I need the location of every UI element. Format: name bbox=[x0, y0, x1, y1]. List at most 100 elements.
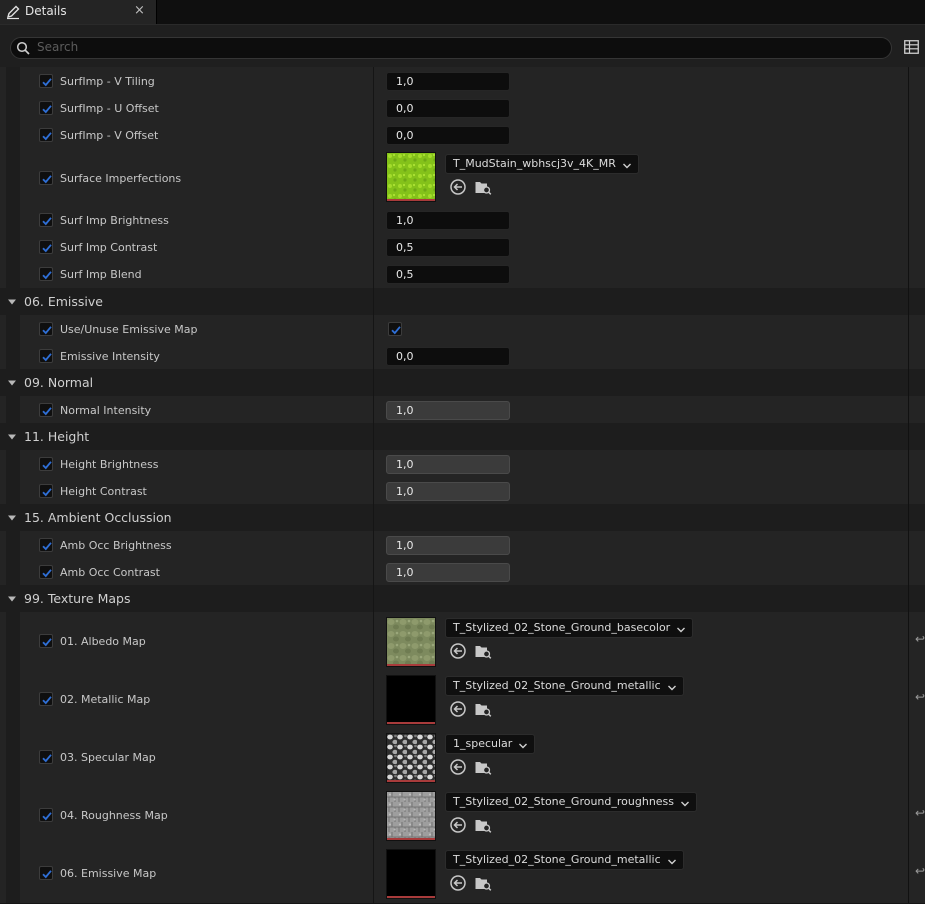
asset-picker-dropdown[interactable]: T_Stylized_02_Stone_Ground_basecolor bbox=[445, 618, 694, 638]
row-indent bbox=[6, 94, 20, 121]
property-row: Height Brightness 1,0 bbox=[0, 450, 925, 478]
search-row bbox=[0, 25, 925, 67]
override-checkbox[interactable] bbox=[39, 403, 53, 417]
asset-picker-dropdown[interactable]: T_Stylized_02_Stone_Ground_roughness bbox=[445, 792, 698, 812]
row-indent bbox=[6, 315, 20, 342]
use-selected-asset-icon[interactable] bbox=[449, 178, 467, 196]
property-label: 03. Specular Map bbox=[60, 751, 156, 764]
row-indent bbox=[6, 531, 20, 558]
override-checkbox[interactable] bbox=[39, 101, 53, 115]
view-options-icon[interactable] bbox=[904, 40, 919, 54]
use-selected-asset-icon[interactable] bbox=[449, 758, 467, 776]
override-checkbox[interactable] bbox=[39, 750, 53, 764]
override-checkbox[interactable] bbox=[39, 213, 53, 227]
override-checkbox[interactable] bbox=[39, 240, 53, 254]
property-row: Surf Imp Blend 0,5 bbox=[0, 260, 925, 289]
section-header-normal[interactable]: 09. Normal bbox=[0, 369, 925, 397]
texture-row: 03. Specular Map 1_specular bbox=[0, 728, 925, 787]
collapse-arrow-icon[interactable] bbox=[7, 378, 17, 388]
collapse-arrow-icon[interactable] bbox=[7, 513, 17, 523]
override-checkbox[interactable] bbox=[39, 349, 53, 363]
column-divider bbox=[908, 728, 909, 786]
value-checkbox[interactable] bbox=[388, 322, 402, 336]
use-selected-asset-icon[interactable] bbox=[449, 642, 467, 660]
texture-thumbnail[interactable] bbox=[386, 617, 436, 667]
texture-thumbnail[interactable] bbox=[386, 791, 436, 841]
close-tab-button[interactable]: × bbox=[134, 3, 145, 18]
value-field[interactable]: 0,5 bbox=[386, 265, 510, 284]
override-checkbox[interactable] bbox=[39, 484, 53, 498]
reset-to-default-icon[interactable]: ↩ bbox=[915, 690, 925, 704]
section-header-texture-maps[interactable]: 99. Texture Maps bbox=[0, 585, 925, 613]
browse-to-asset-icon[interactable] bbox=[474, 178, 492, 196]
override-checkbox[interactable] bbox=[39, 457, 53, 471]
property-label: 02. Metallic Map bbox=[60, 693, 151, 706]
search-box[interactable] bbox=[10, 37, 892, 59]
override-checkbox[interactable] bbox=[39, 692, 53, 706]
value-slider[interactable]: 1,0 bbox=[386, 401, 510, 420]
section-header-ambient-occlusion[interactable]: 15. Ambient Occlussion bbox=[0, 504, 925, 532]
column-divider bbox=[373, 342, 374, 369]
column-divider bbox=[373, 450, 374, 477]
value-field[interactable]: 1,0 bbox=[386, 211, 510, 230]
override-checkbox[interactable] bbox=[39, 267, 53, 281]
use-selected-asset-icon[interactable] bbox=[449, 816, 467, 834]
row-indent bbox=[6, 148, 20, 206]
column-divider bbox=[373, 585, 374, 612]
browse-to-asset-icon[interactable] bbox=[474, 816, 492, 834]
override-checkbox[interactable] bbox=[39, 74, 53, 88]
collapse-arrow-icon[interactable] bbox=[7, 297, 17, 307]
asset-picker-dropdown[interactable]: T_Stylized_02_Stone_Ground_metallic bbox=[445, 676, 684, 696]
value-field[interactable]: 0,5 bbox=[386, 238, 510, 257]
override-checkbox[interactable] bbox=[39, 808, 53, 822]
browse-to-asset-icon[interactable] bbox=[474, 758, 492, 776]
chevron-down-icon bbox=[622, 159, 632, 169]
use-selected-asset-icon[interactable] bbox=[449, 700, 467, 718]
override-checkbox[interactable] bbox=[39, 866, 53, 880]
override-checkbox[interactable] bbox=[39, 171, 53, 185]
value-field[interactable]: 0,0 bbox=[386, 347, 510, 366]
reset-to-default-icon[interactable]: ↩ bbox=[915, 806, 925, 820]
override-checkbox[interactable] bbox=[39, 128, 53, 142]
browse-to-asset-icon[interactable] bbox=[474, 700, 492, 718]
override-checkbox[interactable] bbox=[39, 634, 53, 648]
collapse-arrow-icon[interactable] bbox=[7, 594, 17, 604]
asset-picker-dropdown[interactable]: T_MudStain_wbhscj3v_4K_MR bbox=[445, 154, 639, 174]
texture-thumbnail[interactable] bbox=[386, 152, 436, 202]
reset-to-default-icon[interactable]: ↩ bbox=[915, 864, 925, 878]
value-slider[interactable]: 1,0 bbox=[386, 563, 510, 582]
section-title: 11. Height bbox=[24, 429, 90, 444]
row-indent bbox=[6, 233, 20, 260]
value-slider[interactable]: 1,0 bbox=[386, 536, 510, 555]
section-header-height[interactable]: 11. Height bbox=[0, 423, 925, 451]
property-row: SurfImp - V Offset 0,0 bbox=[0, 121, 925, 149]
value-field[interactable]: 1,0 bbox=[386, 72, 510, 91]
value-slider[interactable]: 1,0 bbox=[386, 482, 510, 501]
browse-to-asset-icon[interactable] bbox=[474, 874, 492, 892]
use-selected-asset-icon[interactable] bbox=[449, 874, 467, 892]
search-input[interactable] bbox=[37, 39, 877, 55]
property-label: SurfImp - V Tiling bbox=[60, 75, 155, 88]
row-indent bbox=[6, 121, 20, 148]
browse-to-asset-icon[interactable] bbox=[474, 642, 492, 660]
column-divider bbox=[373, 206, 374, 233]
section-header-emissive[interactable]: 06. Emissive bbox=[0, 288, 925, 316]
texture-thumbnail[interactable] bbox=[386, 675, 436, 725]
value-field[interactable]: 0,0 bbox=[386, 126, 510, 145]
value-slider[interactable]: 1,0 bbox=[386, 455, 510, 474]
override-checkbox[interactable] bbox=[39, 538, 53, 552]
chevron-down-icon bbox=[680, 797, 690, 807]
texture-thumbnail[interactable] bbox=[386, 733, 436, 783]
column-divider bbox=[908, 450, 909, 477]
value-field[interactable]: 0,0 bbox=[386, 99, 510, 118]
reset-to-default-icon[interactable]: ↩ bbox=[915, 632, 925, 646]
override-checkbox[interactable] bbox=[39, 565, 53, 579]
details-list: SurfImp - V Tiling 1,0 SurfImp - U Offse… bbox=[0, 67, 925, 904]
collapse-arrow-icon[interactable] bbox=[7, 432, 17, 442]
asset-picker-dropdown[interactable]: T_Stylized_02_Stone_Ground_metallic bbox=[445, 850, 684, 870]
column-divider bbox=[373, 315, 374, 342]
tab-details[interactable]: Details × bbox=[0, 0, 157, 24]
override-checkbox[interactable] bbox=[39, 322, 53, 336]
asset-picker-dropdown[interactable]: 1_specular bbox=[445, 734, 536, 754]
texture-thumbnail[interactable] bbox=[386, 849, 436, 899]
